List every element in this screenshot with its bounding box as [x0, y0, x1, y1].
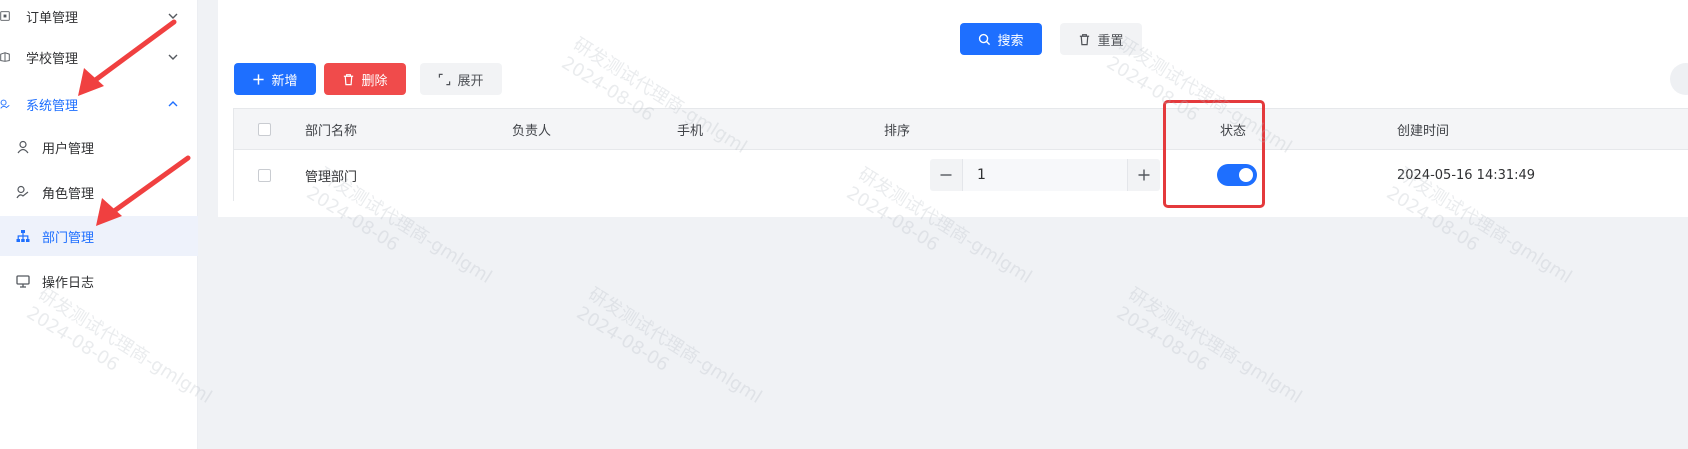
content-panel: 搜索 重置 新增 删除 展开 部门名称 负责人 手机 排序 状态 创建时间 管理… — [218, 0, 1688, 217]
search-button-label: 搜索 — [997, 32, 1024, 48]
search-icon — [979, 33, 991, 45]
status-highlight-box — [1163, 100, 1265, 208]
user-icon — [16, 140, 30, 154]
row-checkbox[interactable] — [258, 150, 271, 201]
expand-button-label: 展开 — [457, 72, 484, 88]
select-all-checkbox[interactable] — [258, 109, 271, 149]
system-icon — [0, 97, 10, 111]
sidebar-item-label: 操作日志 — [42, 275, 95, 291]
table-header: 部门名称 负责人 手机 排序 状态 创建时间 — [234, 109, 1688, 150]
created-time: 2024-05-16 14:31:49 — [1397, 168, 1536, 183]
expand-icon — [439, 73, 451, 85]
monitor-icon — [16, 274, 30, 288]
trash-icon — [344, 73, 354, 85]
add-button-label: 新增 — [271, 72, 298, 88]
expand-button[interactable]: 展开 — [420, 63, 502, 95]
decrement-button[interactable] — [930, 159, 962, 191]
annotation-arrow-icon — [96, 155, 191, 226]
column-header: 手机 — [677, 123, 704, 139]
order-icon — [0, 9, 10, 23]
reset-button[interactable]: 重置 — [1060, 23, 1142, 55]
delete-button-label: 删除 — [361, 72, 388, 88]
table-row: 管理部门 1 2024-05-16 14:31:49 — [234, 150, 1688, 201]
column-header: 部门名称 — [305, 123, 358, 139]
role-icon — [16, 185, 30, 199]
column-header: 排序 — [884, 123, 911, 139]
org-tree-icon — [16, 229, 30, 243]
settings-round-button[interactable] — [1670, 63, 1688, 95]
watermark: 研发测试代理商-gmlgml 2024-08-06 — [572, 283, 766, 408]
department-name: 管理部门 — [305, 170, 358, 185]
search-button[interactable]: 搜索 — [960, 23, 1042, 55]
column-header: 负责人 — [512, 123, 552, 139]
annotation-arrow-icon — [78, 19, 177, 96]
minus-icon — [940, 174, 952, 176]
reset-button-label: 重置 — [1097, 32, 1124, 48]
sidebar-item-logs[interactable]: 操作日志 — [0, 261, 198, 301]
sort-stepper[interactable]: 1 — [930, 159, 1160, 191]
delete-button[interactable]: 删除 — [324, 63, 406, 95]
school-icon — [0, 50, 10, 64]
department-table: 部门名称 负责人 手机 排序 状态 创建时间 管理部门 1 2024-05-16 — [233, 108, 1688, 201]
sort-value[interactable]: 1 — [962, 159, 1128, 191]
watermark: 研发测试代理商-gmlgml 2024-08-06 — [1112, 283, 1306, 408]
plus-icon — [1138, 169, 1150, 181]
column-header: 创建时间 — [1397, 123, 1450, 139]
trash-icon — [1080, 33, 1090, 45]
increment-button[interactable] — [1128, 159, 1160, 191]
add-button[interactable]: 新增 — [234, 63, 316, 95]
plus-icon — [253, 73, 265, 85]
